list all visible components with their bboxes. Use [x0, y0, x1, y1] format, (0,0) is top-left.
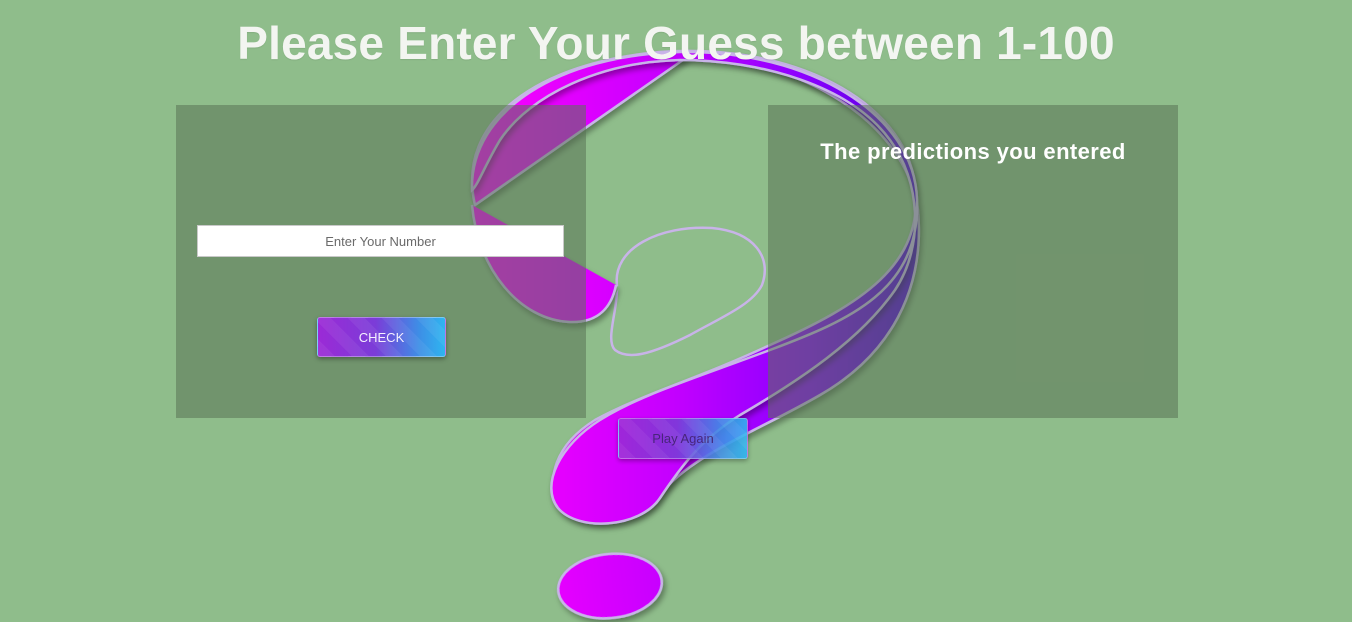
- predictions-panel: The predictions you entered: [768, 105, 1178, 418]
- predictions-title: The predictions you entered: [820, 139, 1126, 164]
- check-button[interactable]: CHECK: [317, 317, 446, 357]
- play-again-button[interactable]: Play Again: [618, 418, 748, 459]
- guess-input-panel: CHECK: [176, 105, 586, 418]
- guess-game-page: Please Enter Your Guess between 1-100 CH…: [0, 0, 1352, 622]
- number-input[interactable]: [197, 225, 564, 257]
- page-title: Please Enter Your Guess between 1-100: [237, 17, 1115, 69]
